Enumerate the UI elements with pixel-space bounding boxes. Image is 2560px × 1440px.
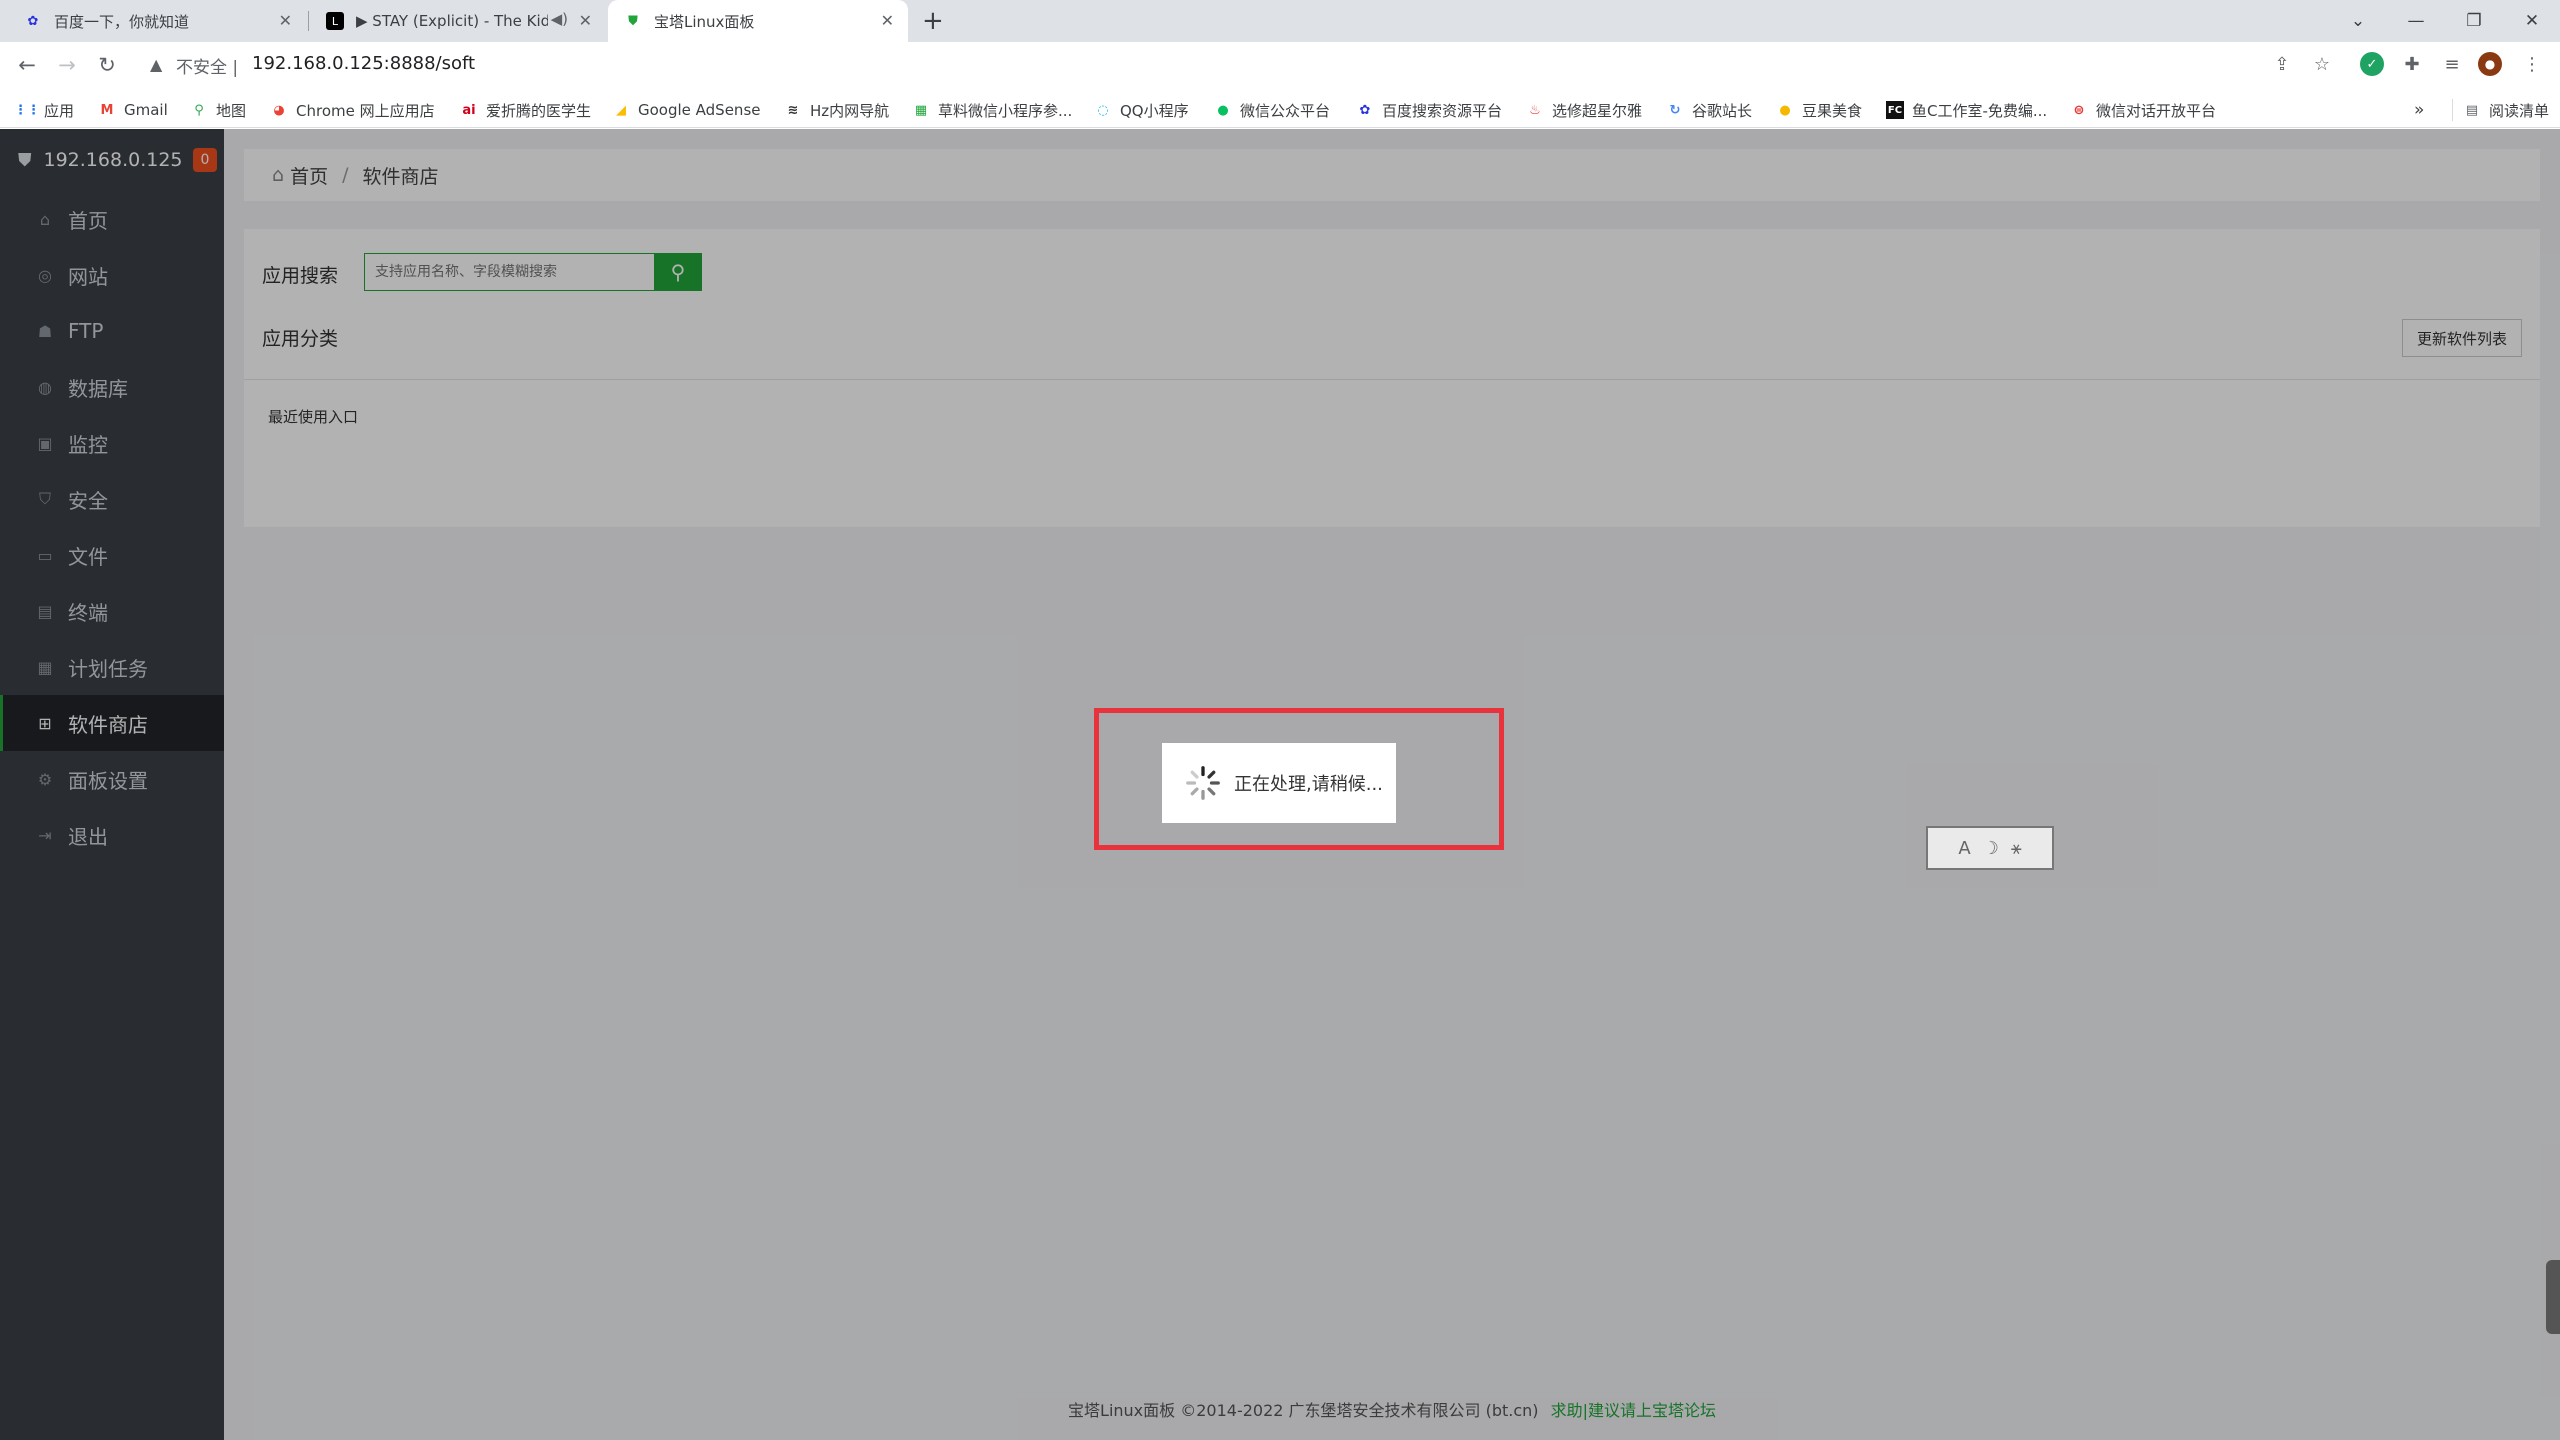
bookmark-hz[interactable]: ≋ Hz内网导航 [784, 92, 890, 128]
bookmark-apps[interactable]: ⋮⋮ 应用 [14, 92, 74, 128]
menu-dots-icon[interactable]: ⋮ [2520, 52, 2544, 76]
bookmark-chrome-store[interactable]: ◕ Chrome 网上应用店 [270, 92, 434, 128]
baidu-paw-icon: ✿ [27, 13, 39, 29]
moon-icon[interactable]: ☽ [1983, 838, 1999, 859]
reading-list-icon: ▤ [2465, 102, 2479, 118]
loading-dialog: 正在处理,请稍候... [1162, 743, 1396, 823]
stack-icon: ≋ [787, 102, 799, 118]
chrome-store-icon: ◕ [273, 102, 285, 118]
tab-baidu[interactable]: ✿ 百度一下，你就知道 ✕ [0, 0, 306, 42]
tab-separator [308, 11, 309, 31]
maps-pin-icon: ⚲ [194, 102, 204, 118]
chat-icon: ⊜ [2073, 102, 2085, 118]
spinner-icon [1186, 766, 1220, 800]
floating-toolbar[interactable]: A ☽ ⚹ [1926, 826, 2054, 870]
adsense-icon: ◢ [616, 102, 626, 118]
bookmark-wechat-dialog[interactable]: ⊜ 微信对话开放平台 [2070, 92, 2216, 128]
chaoxing-icon: ♨ [1529, 102, 1541, 118]
bookmark-adsense[interactable]: ◢ Google AdSense [612, 92, 760, 128]
bt-shield-icon: ⛊ [628, 13, 638, 29]
new-tab-icon[interactable]: + [922, 6, 944, 36]
reading-list[interactable]: ▤ 阅读清单 [2452, 99, 2549, 121]
warning-icon[interactable]: ▲ [150, 55, 162, 74]
avatar[interactable]: ● [2478, 52, 2502, 76]
bookmark-baidu-ziyuan[interactable]: ✿ 百度搜索资源平台 [1356, 92, 1502, 128]
bookmark-gmail[interactable]: M Gmail [98, 92, 168, 128]
close-tab-icon[interactable]: ✕ [279, 11, 292, 30]
bookmark-maps[interactable]: ⚲ 地图 [190, 92, 246, 128]
speaker-icon[interactable]: ◀) [551, 10, 568, 28]
extension-check-icon[interactable]: ✓ [2360, 52, 2384, 76]
bookmark-fishc[interactable]: FC 鱼C工作室-免费编... [1886, 92, 2047, 128]
fishc-icon: FC [1886, 101, 1904, 119]
bookmark-ai[interactable]: ai 爱折腾的医学生 [460, 92, 591, 128]
restore-icon[interactable]: ❐ [2446, 0, 2502, 42]
share-icon[interactable]: ⇪ [2270, 52, 2294, 76]
bookmarks-bar: ⋮⋮ 应用 M Gmail ⚲ 地图 ◕ Chrome 网上应用店 ai 爱折腾的医学生 … [0, 92, 2560, 128]
security-label[interactable]: 不安全 | [176, 53, 238, 78]
back-icon[interactable]: ← [12, 50, 42, 80]
douguo-icon: ● [1779, 102, 1791, 118]
extensions-puzzle-icon[interactable]: ✚ [2400, 52, 2424, 76]
reload-icon[interactable]: ↻ [92, 50, 122, 80]
tab-bt-panel[interactable]: ⛊ 宝塔Linux面板 ✕ [608, 0, 908, 42]
settings-icon[interactable]: ⚹ [2011, 838, 2022, 859]
qr-grid-icon: ▦ [914, 102, 928, 118]
bookmark-caoliao[interactable]: ▦ 草料微信小程序参... [912, 92, 1072, 128]
apps-grid-icon: ⋮⋮ [14, 102, 40, 118]
tab-strip: ✿ 百度一下，你就知道 ✕ L ▶ STAY (Explicit) - The … [0, 0, 2560, 42]
close-window-icon[interactable]: ✕ [2504, 0, 2560, 42]
media-queue-icon[interactable]: ≡ [2440, 52, 2464, 76]
bookmark-google-webmaster[interactable]: ↻ 谷歌站长 [1666, 92, 1752, 128]
tab-search-icon[interactable]: ⌄ [2330, 0, 2386, 42]
minimize-icon[interactable]: — [2388, 0, 2444, 42]
qq-icon: ◌ [1097, 102, 1109, 118]
google-icon: ↻ [1669, 102, 1681, 118]
close-tab-icon[interactable]: ✕ [579, 11, 592, 30]
bookmarks-overflow[interactable]: » [2414, 92, 2424, 128]
bookmark-star-icon[interactable]: ☆ [2310, 52, 2334, 76]
url-text[interactable]: 192.168.0.125:8888/soft [252, 53, 475, 74]
close-tab-icon[interactable]: ✕ [881, 11, 894, 30]
font-icon[interactable]: A [1958, 838, 1970, 859]
forward-icon[interactable]: → [52, 50, 82, 80]
bookmark-douguo[interactable]: ● 豆果美食 [1776, 92, 1862, 128]
wechat-icon: ● [1217, 102, 1229, 118]
bookmark-chaoxing[interactable]: ♨ 选修超星尔雅 [1526, 92, 1642, 128]
bookmark-wechat-mp[interactable]: ● 微信公众平台 [1214, 92, 1330, 128]
loading-text: 正在处理,请稍候... [1234, 774, 1383, 795]
gmail-icon: M [100, 102, 114, 118]
side-handle[interactable] [2546, 1260, 2560, 1334]
ai-icon: ai [462, 102, 476, 118]
baidu-paw-icon: ✿ [1359, 102, 1371, 118]
bookmark-qq[interactable]: ◌ QQ小程序 [1094, 92, 1188, 128]
tab-music[interactable]: L ▶ STAY (Explicit) - The Kid ◀) ✕ [310, 0, 606, 42]
music-icon: L [326, 12, 344, 30]
